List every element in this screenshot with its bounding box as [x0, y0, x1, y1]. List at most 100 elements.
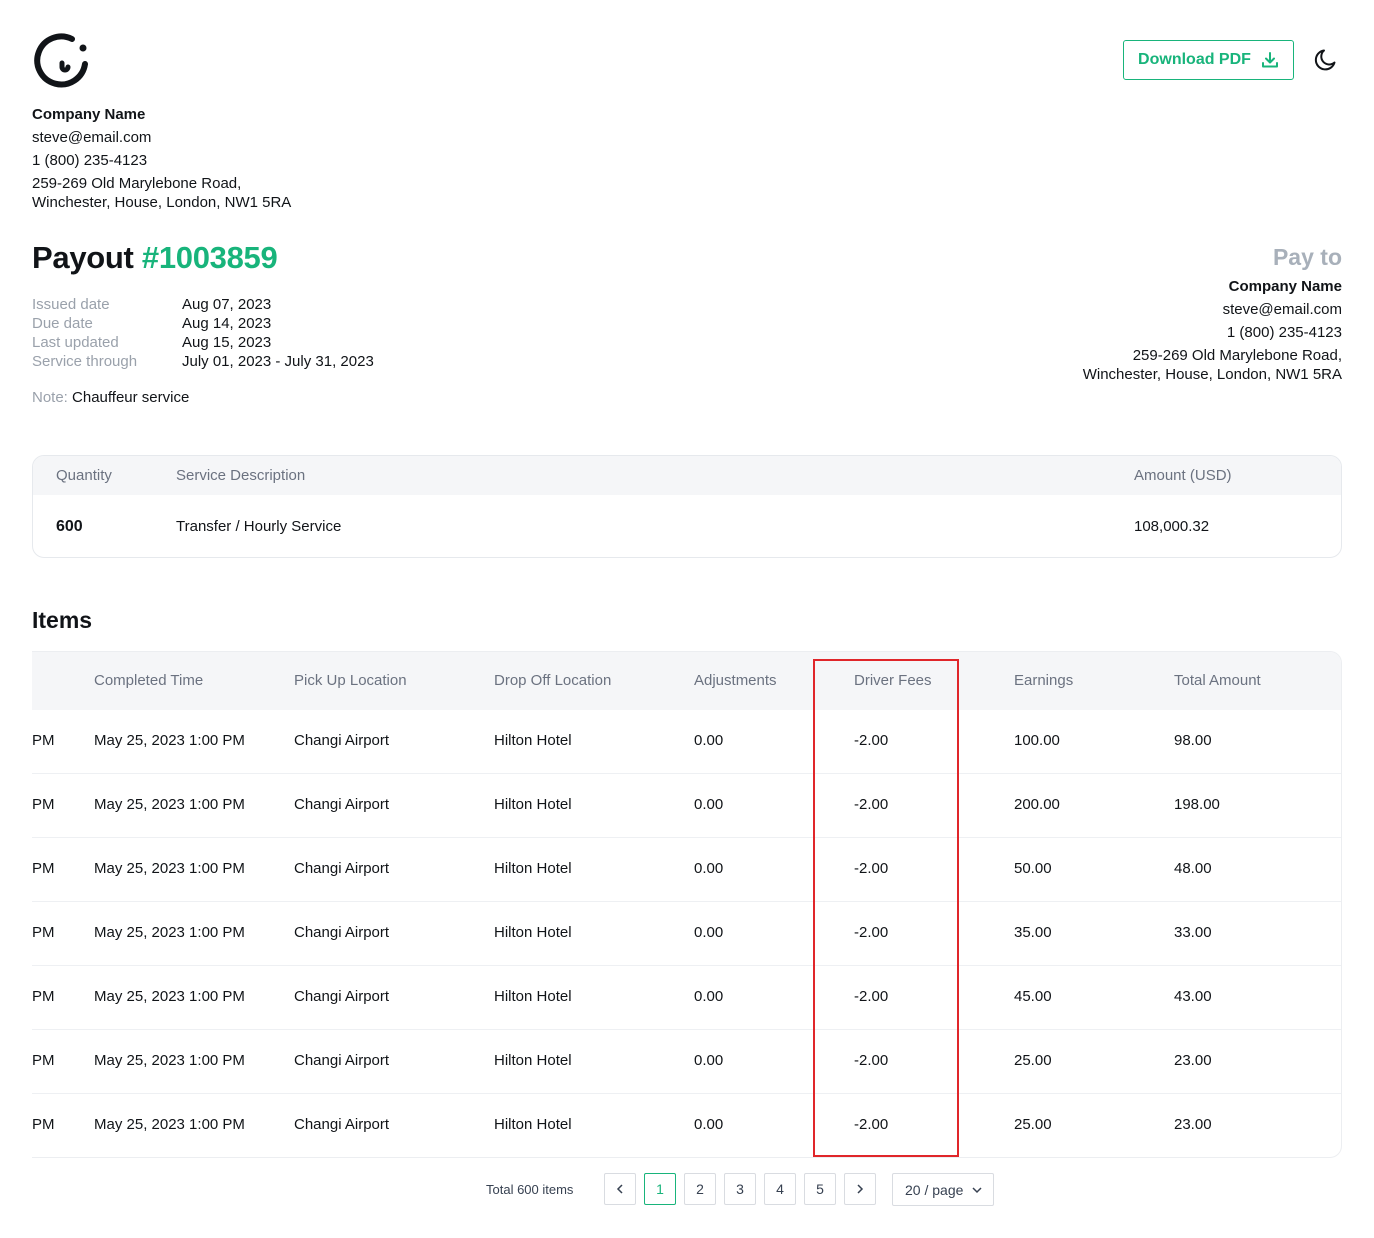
column-header-dropoff[interactable]: Drop Off Location	[494, 672, 611, 689]
pagination: Total 600 items 1 2 3 4 5 20 / page	[0, 1173, 1374, 1206]
cell-total-amount: 198.00	[1174, 796, 1220, 813]
cell-time-suffix: PM	[32, 1116, 55, 1133]
table-row[interactable]: PM May 25, 2023 1:00 PM Changi Airport H…	[32, 838, 1341, 902]
cell-driver-fees: -2.00	[854, 732, 889, 749]
cell-adjustments: 0.00	[694, 988, 724, 1005]
cell-completed-time: May 25, 2023 1:00 PM	[94, 1116, 245, 1133]
column-header-earnings[interactable]: Earnings	[1014, 672, 1073, 689]
cell-completed-time: May 25, 2023 1:00 PM	[94, 1052, 245, 1069]
cell-completed-time: May 25, 2023 1:00 PM	[94, 988, 245, 1005]
cell-driver-fees: -2.00	[854, 1052, 889, 1069]
cell-total-amount: 23.00	[1174, 1052, 1212, 1069]
meta-label: Last updated	[32, 334, 119, 351]
cell-earnings: 35.00	[1014, 924, 1052, 941]
cell-pickup: Changi Airport	[294, 988, 390, 1005]
meta-label: Issued date	[32, 296, 110, 313]
summary-table: Quantity Service Description Amount (USD…	[32, 455, 1342, 558]
pagination-page-5[interactable]: 5	[804, 1173, 836, 1205]
table-row[interactable]: PM May 25, 2023 1:00 PM Changi Airport H…	[32, 710, 1341, 774]
sender-details: Company Name steve@email.com 1 (800) 235…	[32, 103, 291, 212]
cell-time-suffix: PM	[32, 988, 55, 1005]
summary-amount: 108,000.32	[1134, 518, 1210, 535]
cell-adjustments: 0.00	[694, 732, 724, 749]
cell-earnings: 45.00	[1014, 988, 1052, 1005]
column-header-completed-time[interactable]: Completed Time	[94, 672, 203, 689]
cell-time-suffix: PM	[32, 1052, 55, 1069]
summary-header-quantity: Quantity	[56, 467, 112, 484]
cell-completed-time: May 25, 2023 1:00 PM	[94, 796, 245, 813]
download-pdf-button[interactable]: Download PDF	[1123, 40, 1294, 80]
cell-driver-fees: -2.00	[854, 924, 889, 941]
cell-adjustments: 0.00	[694, 860, 724, 877]
cell-pickup: Changi Airport	[294, 860, 390, 877]
summary-header-description: Service Description	[176, 467, 306, 484]
table-row[interactable]: PM May 25, 2023 1:00 PM Changi Airport H…	[32, 902, 1341, 966]
cell-total-amount: 33.00	[1174, 924, 1212, 941]
cell-time-suffix: PM	[32, 796, 55, 813]
cell-total-amount: 98.00	[1174, 732, 1212, 749]
cell-earnings: 50.00	[1014, 860, 1052, 877]
meta-row-due: Due date Aug 14, 2023	[32, 315, 374, 334]
page-size-select[interactable]: 20 / page	[892, 1173, 994, 1206]
summary-quantity: 600	[56, 518, 83, 535]
table-row[interactable]: PM May 25, 2023 1:00 PM Changi Airport H…	[32, 1030, 1341, 1094]
column-header-adjustments[interactable]: Adjustments	[694, 672, 777, 689]
sender-address-line2: Winchester, House, London, NW1 5RA	[32, 194, 292, 211]
meta-row-updated: Last updated Aug 15, 2023	[32, 334, 374, 353]
pagination-page-1[interactable]: 1	[644, 1173, 676, 1205]
meta-row-service: Service through July 01, 2023 - July 31,…	[32, 353, 374, 372]
table-row[interactable]: PM May 25, 2023 1:00 PM Changi Airport H…	[32, 966, 1341, 1030]
table-row[interactable]: PM May 25, 2023 1:00 PM Changi Airport H…	[32, 774, 1341, 838]
cell-driver-fees: -2.00	[854, 988, 889, 1005]
column-header-pickup[interactable]: Pick Up Location	[294, 672, 407, 689]
pay-to-phone: 1 (800) 235-4123	[1226, 324, 1342, 341]
items-table-header: Completed Time Pick Up Location Drop Off…	[32, 652, 1341, 710]
meta-value: July 01, 2023 - July 31, 2023	[182, 353, 374, 370]
company-logo-icon	[34, 33, 88, 88]
payout-note: Note: Chauffeur service	[32, 389, 189, 406]
table-row[interactable]: PM May 25, 2023 1:00 PM Changi Airport H…	[32, 1094, 1341, 1157]
cell-adjustments: 0.00	[694, 1052, 724, 1069]
cell-adjustments: 0.00	[694, 1116, 724, 1133]
pagination-page-2[interactable]: 2	[684, 1173, 716, 1205]
cell-driver-fees: -2.00	[854, 796, 889, 813]
cell-total-amount: 43.00	[1174, 988, 1212, 1005]
cell-driver-fees: -2.00	[854, 860, 889, 877]
pay-to-name: Company Name	[1228, 278, 1342, 295]
cell-pickup: Changi Airport	[294, 924, 390, 941]
cell-earnings: 100.00	[1014, 732, 1060, 749]
column-header-total-amount[interactable]: Total Amount	[1174, 672, 1261, 689]
pagination-total: Total 600 items	[486, 1182, 574, 1197]
pagination-page-4[interactable]: 4	[764, 1173, 796, 1205]
column-header-driver-fees[interactable]: Driver Fees	[854, 672, 932, 689]
payout-title: Payout #1003859	[32, 240, 278, 276]
cell-time-suffix: PM	[32, 732, 55, 749]
cell-adjustments: 0.00	[694, 796, 724, 813]
items-table: Completed Time Pick Up Location Drop Off…	[32, 651, 1342, 1158]
pay-to-address-line2: Winchester, House, London, NW1 5RA	[1082, 366, 1342, 383]
meta-label: Service through	[32, 353, 138, 370]
chevron-right-icon	[857, 1184, 864, 1194]
cell-pickup: Changi Airport	[294, 732, 390, 749]
cell-dropoff: Hilton Hotel	[494, 796, 572, 813]
page-size-value: 20 / page	[905, 1181, 964, 1198]
cell-completed-time: May 25, 2023 1:00 PM	[94, 924, 245, 941]
pagination-next-button[interactable]	[844, 1173, 876, 1205]
cell-dropoff: Hilton Hotel	[494, 1116, 572, 1133]
cell-driver-fees: -2.00	[854, 1116, 889, 1133]
pagination-page-3[interactable]: 3	[724, 1173, 756, 1205]
moon-icon[interactable]	[1313, 47, 1339, 73]
cell-completed-time: May 25, 2023 1:00 PM	[94, 732, 245, 749]
note-label: Note:	[32, 389, 68, 406]
summary-header: Quantity Service Description Amount (USD…	[33, 456, 1341, 495]
cell-pickup: Changi Airport	[294, 1052, 390, 1069]
pay-to-email: steve@email.com	[1222, 301, 1342, 318]
cell-earnings: 25.00	[1014, 1052, 1052, 1069]
meta-value: Aug 07, 2023	[182, 296, 272, 313]
pagination-prev-button[interactable]	[604, 1173, 636, 1205]
meta-row-issued: Issued date Aug 07, 2023	[32, 296, 374, 315]
summary-header-amount: Amount (USD)	[1134, 467, 1232, 484]
payout-number: #1003859	[141, 240, 278, 275]
chevron-down-icon	[972, 1186, 982, 1193]
sender-email: steve@email.com	[32, 129, 152, 146]
